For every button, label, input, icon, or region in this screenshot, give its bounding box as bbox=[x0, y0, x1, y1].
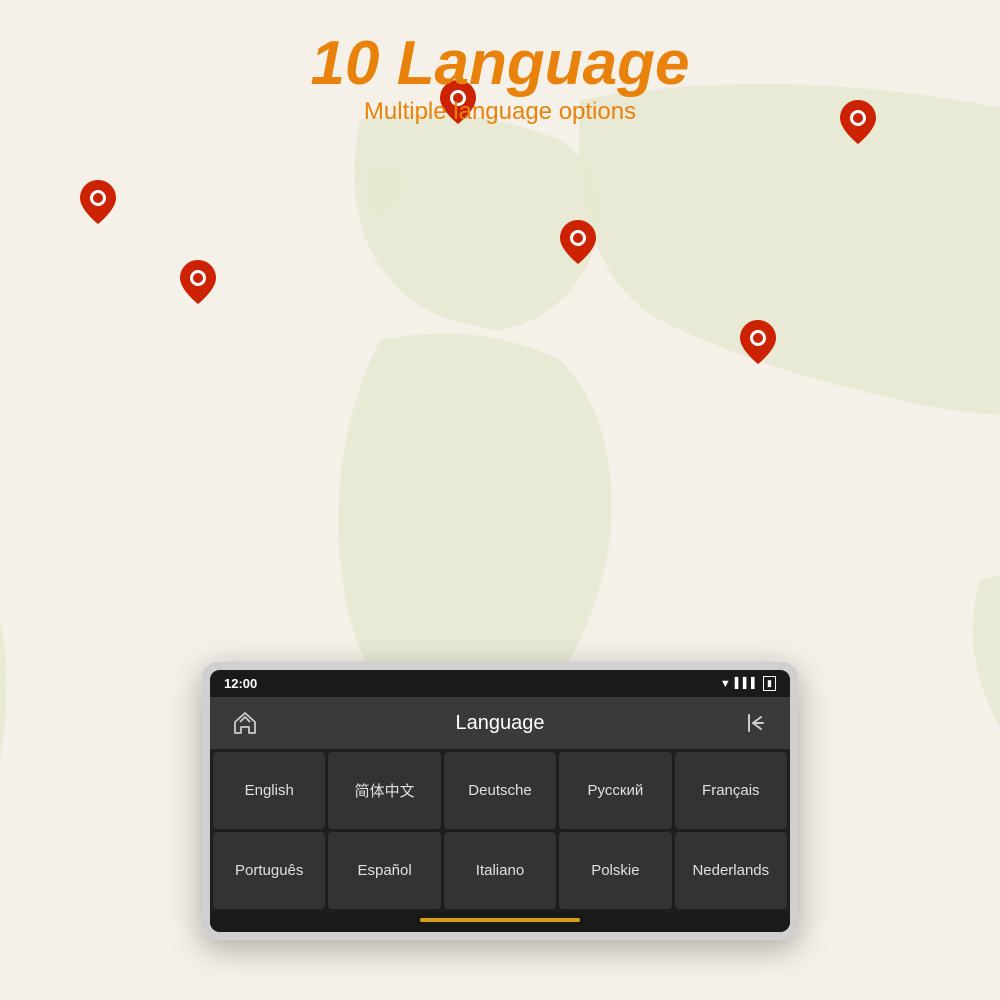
status-icons: ▼ ▌▌▌ ▮ bbox=[720, 676, 776, 691]
pin-icon-6 bbox=[740, 320, 776, 364]
lang-italian[interactable]: Italiano bbox=[444, 832, 556, 909]
lang-polish[interactable]: Polskie bbox=[559, 832, 671, 909]
pin-icon-1 bbox=[80, 180, 116, 224]
device-screen: 12:00 ▼ ▌▌▌ ▮ Language bbox=[210, 670, 790, 932]
language-grid: English 简体中文 Deutsche Русский Français P… bbox=[210, 749, 790, 912]
wifi-icon: ▼ bbox=[720, 678, 731, 690]
map-pin-5 bbox=[560, 220, 596, 264]
battery-icon: ▮ bbox=[763, 676, 776, 691]
status-bar: 12:00 ▼ ▌▌▌ ▮ bbox=[210, 670, 790, 697]
main-title: 10 Language bbox=[0, 30, 1000, 98]
lang-french[interactable]: Français bbox=[675, 752, 787, 829]
home-button[interactable] bbox=[210, 697, 280, 749]
device-outer: 12:00 ▼ ▌▌▌ ▮ Language bbox=[202, 662, 798, 940]
lang-deutsche[interactable]: Deutsche bbox=[444, 752, 556, 829]
screen-title: Language bbox=[280, 712, 720, 735]
lang-spanish[interactable]: Español bbox=[328, 832, 440, 909]
back-button[interactable] bbox=[720, 697, 790, 749]
home-icon bbox=[231, 709, 259, 737]
lang-dutch[interactable]: Nederlands bbox=[675, 832, 787, 909]
lang-english[interactable]: English bbox=[213, 752, 325, 829]
main-subtitle: Multiple language options bbox=[0, 98, 1000, 126]
signal-icon: ▌▌▌ bbox=[735, 678, 759, 689]
status-time: 12:00 bbox=[224, 676, 257, 691]
pin-icon-4 bbox=[180, 260, 216, 304]
device-wrapper: 12:00 ▼ ▌▌▌ ▮ Language bbox=[202, 662, 798, 940]
back-icon bbox=[741, 709, 769, 737]
app-header: Language bbox=[210, 697, 790, 749]
map-pin-4 bbox=[180, 260, 216, 304]
map-pin-1 bbox=[80, 180, 116, 224]
header-section: 10 Language Multiple language options bbox=[0, 30, 1000, 126]
lang-chinese[interactable]: 简体中文 bbox=[328, 752, 440, 829]
lang-portuguese[interactable]: Português bbox=[213, 832, 325, 909]
yellow-indicator bbox=[420, 918, 580, 922]
pin-icon-5 bbox=[560, 220, 596, 264]
lang-russian[interactable]: Русский bbox=[559, 752, 671, 829]
bottom-bar bbox=[210, 912, 790, 932]
map-pin-6 bbox=[740, 320, 776, 364]
